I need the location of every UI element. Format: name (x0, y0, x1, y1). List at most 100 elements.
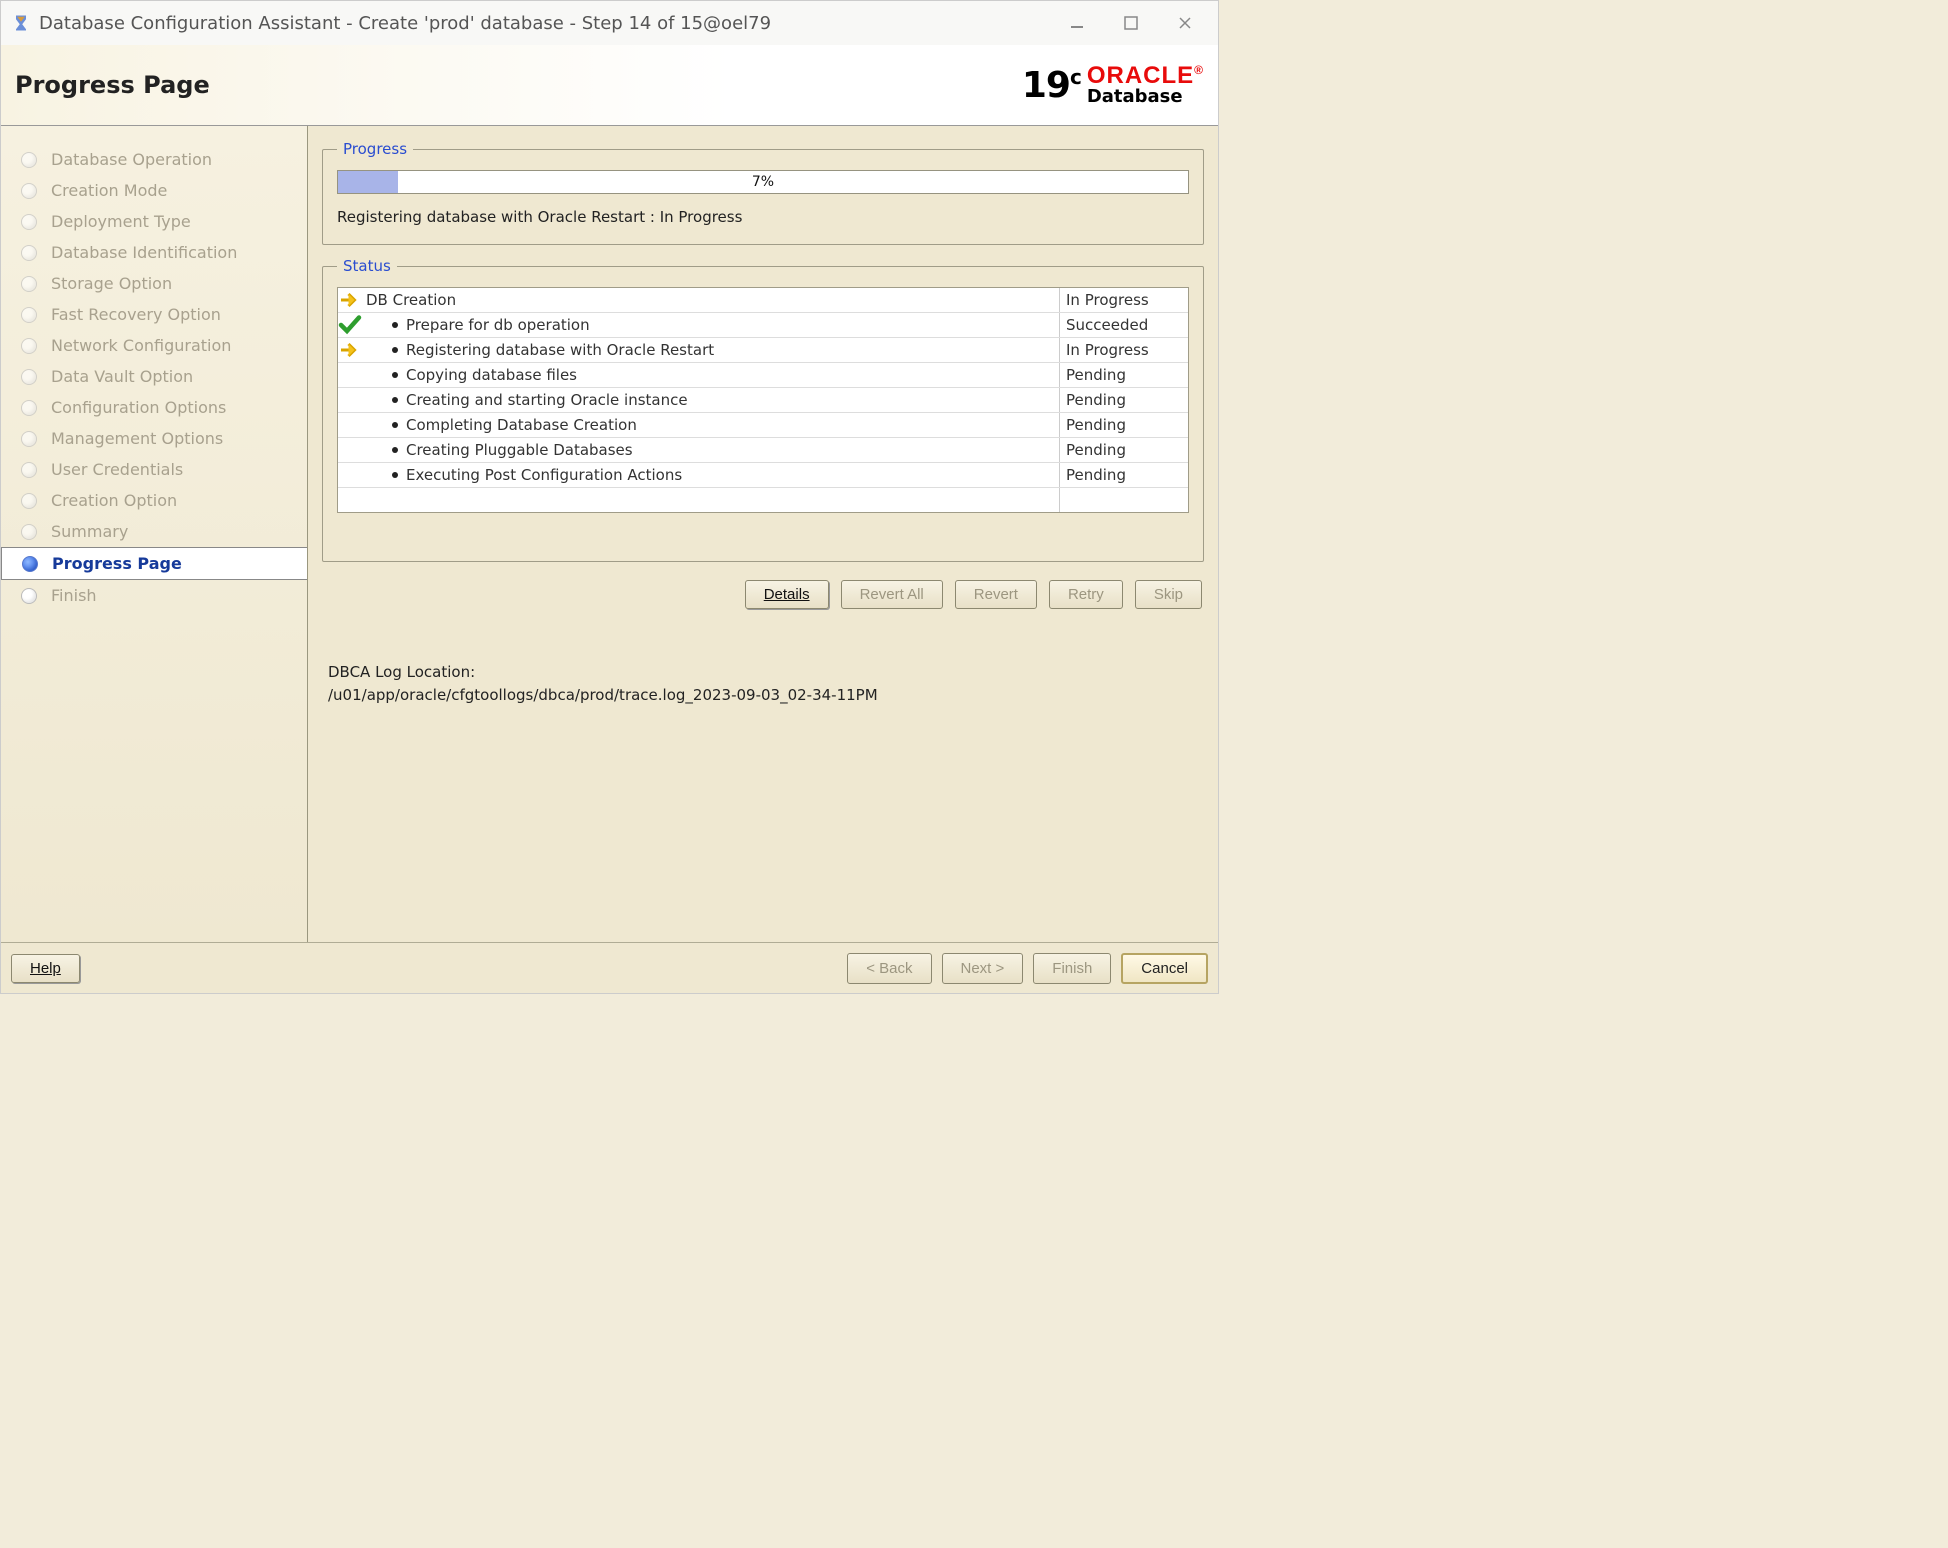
step-bullet-icon (21, 214, 37, 230)
bullet-dot-icon (392, 347, 398, 353)
empty-icon (338, 388, 362, 412)
progress-percent: 7% (338, 171, 1188, 193)
header-bar: Progress Page 19c ORACLE® Database (1, 45, 1218, 126)
step-bullet-icon (21, 245, 37, 261)
step-label: Management Options (51, 429, 223, 448)
wizard-step-11: Creation Option (1, 485, 307, 516)
brand-name: ORACLE® (1087, 64, 1204, 88)
status-row: DB CreationIn Progress (338, 288, 1188, 313)
next-button[interactable]: Next > (942, 953, 1024, 984)
wizard-step-14: Finish (1, 580, 307, 611)
status-row: Creating and starting Oracle instancePen… (338, 388, 1188, 413)
step-label: Fast Recovery Option (51, 305, 221, 324)
brand-version-suffix: c (1070, 65, 1081, 89)
wizard-step-2: Deployment Type (1, 206, 307, 237)
step-label: Creation Option (51, 491, 177, 510)
back-button[interactable]: < Back (847, 953, 931, 984)
brand-sub: Database (1087, 88, 1183, 106)
app-icon (11, 13, 31, 33)
status-label: Creating and starting Oracle instance (362, 388, 1059, 412)
window-title: Database Configuration Assistant - Creat… (39, 13, 1046, 34)
maximize-button[interactable] (1108, 8, 1154, 38)
help-button[interactable]: Help (11, 954, 80, 983)
wizard-step-6: Network Configuration (1, 330, 307, 361)
step-label: Progress Page (52, 554, 182, 573)
log-path: /u01/app/oracle/cfgtoollogs/dbca/prod/tr… (328, 684, 1198, 707)
empty-icon (338, 463, 362, 487)
bullet-dot-icon (392, 322, 398, 328)
status-value: Pending (1059, 388, 1188, 412)
status-value: Pending (1059, 463, 1188, 487)
details-button[interactable]: Details (745, 580, 829, 609)
status-label: Creating Pluggable Databases (362, 438, 1059, 462)
brand-version: 19 (1022, 65, 1070, 106)
step-bullet-icon (21, 183, 37, 199)
status-label: Completing Database Creation (362, 413, 1059, 437)
status-label: Prepare for db operation (362, 313, 1059, 337)
wizard-step-3: Database Identification (1, 237, 307, 268)
status-value: Pending (1059, 438, 1188, 462)
status-button-row: Details Revert All Revert Retry Skip (322, 574, 1204, 615)
check-icon (338, 313, 362, 337)
bullet-dot-icon (392, 472, 398, 478)
status-group: Status DB CreationIn ProgressPrepare for… (322, 257, 1204, 562)
status-row: Copying database filesPending (338, 363, 1188, 388)
cancel-button[interactable]: Cancel (1121, 953, 1208, 984)
status-label: DB Creation (362, 288, 1059, 312)
close-button[interactable] (1162, 8, 1208, 38)
wizard-step-12: Summary (1, 516, 307, 547)
step-bullet-icon (21, 307, 37, 323)
retry-button[interactable]: Retry (1049, 580, 1123, 609)
step-bullet-icon (21, 462, 37, 478)
status-row: Prepare for db operationSucceeded (338, 313, 1188, 338)
empty-icon (338, 438, 362, 462)
step-label: Data Vault Option (51, 367, 193, 386)
step-label: Network Configuration (51, 336, 231, 355)
revert-all-button[interactable]: Revert All (841, 580, 943, 609)
wizard-step-7: Data Vault Option (1, 361, 307, 392)
status-label: Copying database files (362, 363, 1059, 387)
wizard-step-8: Configuration Options (1, 392, 307, 423)
status-value: In Progress (1059, 338, 1188, 362)
step-bullet-icon (21, 338, 37, 354)
step-label: Database Identification (51, 243, 237, 262)
main-pane: Progress 7% Registering database with Or… (308, 126, 1218, 942)
arrow-right-icon (338, 288, 362, 312)
step-label: Finish (51, 586, 97, 605)
step-bullet-icon (21, 152, 37, 168)
skip-button[interactable]: Skip (1135, 580, 1202, 609)
wizard-step-10: User Credentials (1, 454, 307, 485)
status-legend: Status (337, 257, 397, 275)
revert-button[interactable]: Revert (955, 580, 1037, 609)
progress-group: Progress 7% Registering database with Or… (322, 140, 1204, 245)
finish-button[interactable]: Finish (1033, 953, 1111, 984)
arrow-right-icon (338, 338, 362, 362)
minimize-button[interactable] (1054, 8, 1100, 38)
step-bullet-icon (21, 400, 37, 416)
step-bullet-icon (21, 369, 37, 385)
status-label: Registering database with Oracle Restart (362, 338, 1059, 362)
log-label: DBCA Log Location: (328, 661, 1198, 684)
status-value: Succeeded (1059, 313, 1188, 337)
progress-message: Registering database with Oracle Restart… (337, 208, 1189, 226)
log-area: DBCA Log Location: /u01/app/oracle/cfgto… (322, 659, 1204, 708)
step-bullet-icon (21, 524, 37, 540)
brand-logo: 19c ORACLE® Database (1022, 64, 1204, 106)
wizard-sidebar: Database OperationCreation ModeDeploymen… (1, 126, 308, 942)
status-value: Pending (1059, 363, 1188, 387)
step-label: Storage Option (51, 274, 172, 293)
wizard-step-1: Creation Mode (1, 175, 307, 206)
main-window: Database Configuration Assistant - Creat… (0, 0, 1219, 994)
step-bullet-icon (21, 493, 37, 509)
step-bullet-icon (21, 276, 37, 292)
status-value: In Progress (1059, 288, 1188, 312)
bullet-dot-icon (392, 422, 398, 428)
step-bullet-icon (22, 556, 38, 572)
empty-icon (338, 363, 362, 387)
footer-bar: Help < Back Next > Finish Cancel (1, 942, 1218, 993)
wizard-step-4: Storage Option (1, 268, 307, 299)
page-title: Progress Page (15, 71, 210, 99)
progress-legend: Progress (337, 140, 413, 158)
progress-bar: 7% (337, 170, 1189, 194)
empty-icon (338, 413, 362, 437)
